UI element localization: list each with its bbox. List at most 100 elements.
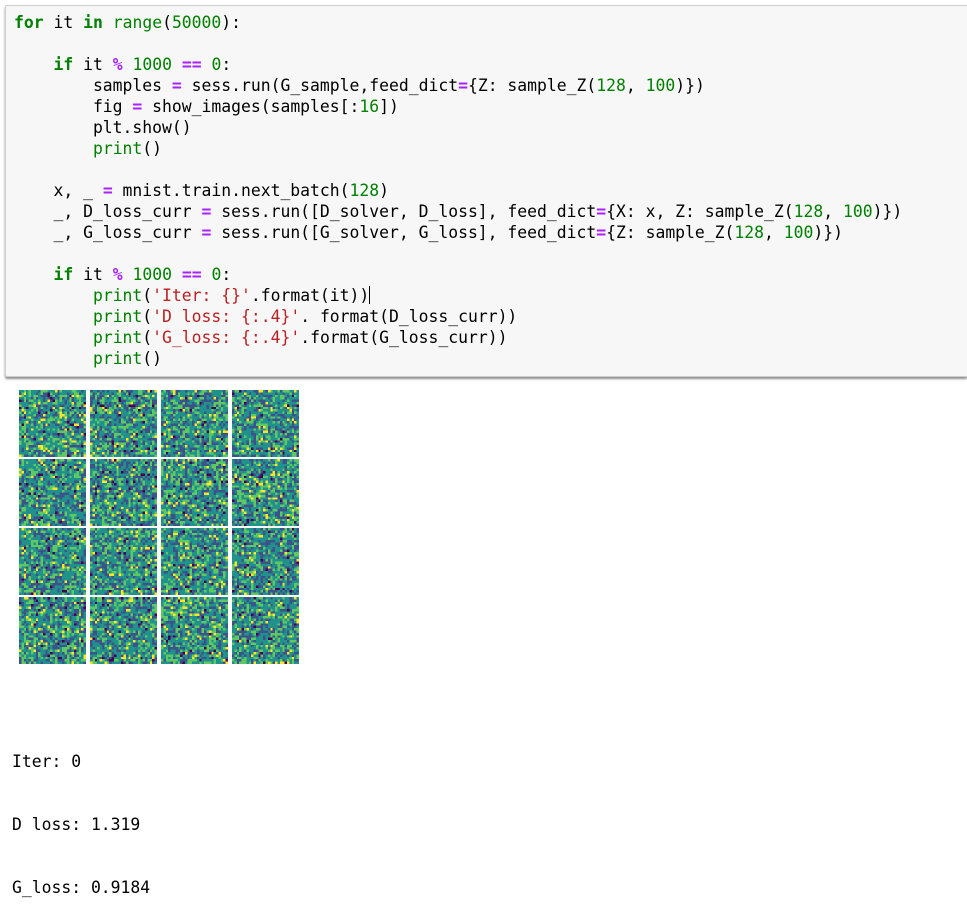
code-token: print (92, 139, 143, 158)
code-token: 1000 (132, 265, 172, 284)
sample-image-11 (161, 528, 228, 595)
code-token: = (458, 76, 468, 95)
code-token: 128 (793, 202, 824, 221)
sample-image-14 (90, 597, 157, 664)
code-token: ( (162, 13, 172, 32)
code-token: print (92, 307, 143, 326)
code-line: print('G_loss: {:.4}'.format(G_loss_curr… (14, 327, 902, 348)
code-token: 128 (349, 181, 380, 200)
code-token: print (92, 286, 143, 305)
sample-image-2 (90, 390, 157, 457)
output-line-d-loss: D loss: 1.319 (12, 815, 141, 834)
code-token: .format(it)) (250, 286, 370, 305)
code-line: if it % 1000 == 0: (14, 264, 902, 285)
code-token: , (764, 223, 784, 242)
code-token: it (73, 265, 113, 284)
code-token: plt.show() (14, 118, 192, 137)
code-line: _, D_loss_curr = sess.run([D_solver, D_l… (14, 201, 902, 222)
code-token: 0 (211, 265, 222, 284)
output-line-iter: Iter: 0 (12, 752, 82, 771)
code-token: == (181, 265, 202, 284)
code-token: = (596, 202, 607, 221)
code-token: : (221, 55, 232, 74)
code-line: samples = sess.run(G_sample,feed_dict={Z… (14, 75, 902, 96)
code-line: plt.show() (14, 117, 902, 138)
generated-samples-figure (19, 390, 301, 665)
code-token: mnist.train.next_batch( (112, 181, 350, 200)
code-token: ( (142, 286, 153, 305)
sample-image-4 (232, 390, 299, 457)
code-line: for it in range(50000): (14, 12, 902, 33)
text-cursor (369, 286, 371, 304)
code-token: print (92, 328, 143, 347)
code-token: fig (14, 97, 133, 116)
code-token: ): (221, 13, 242, 32)
sample-image-1 (19, 390, 86, 457)
sample-image-3 (161, 390, 228, 457)
code-token: ) (379, 181, 390, 200)
code-token: 'Iter: {}' (152, 286, 251, 305)
code-token: , (625, 76, 646, 95)
code-token: == (181, 55, 202, 74)
sample-image-9 (19, 528, 86, 595)
code-token: x, _ (14, 181, 103, 200)
code-editor[interactable]: for it in range(50000): if it % 1000 == … (14, 12, 902, 369)
code-token: )}) (675, 76, 705, 95)
code-token: .format(G_loss_curr)) (300, 328, 508, 347)
cell-output-text: Iter: 0 D loss: 1.319 G_loss: 0.9184 (12, 709, 150, 919)
code-token: it (43, 13, 84, 32)
code-line: fig = show_images(samples[:16]) (14, 96, 902, 117)
code-token: for (14, 13, 44, 32)
code-token: 'D loss: {:.4}' (152, 307, 301, 326)
code-line: print() (14, 138, 902, 159)
code-cell[interactable]: for it in range(50000): if it % 1000 == … (5, 5, 967, 377)
code-token: {Z: sample_Z( (606, 223, 735, 242)
code-token: = (132, 97, 143, 116)
code-token: 128 (734, 223, 765, 242)
code-token: = (102, 181, 113, 200)
sample-image-13 (19, 597, 86, 664)
code-token: () (142, 349, 163, 368)
code-token: : (221, 265, 232, 284)
code-token: () (142, 139, 163, 158)
sample-image-6 (90, 459, 157, 526)
code-token: if (53, 55, 74, 74)
code-token: _, D_loss_curr (14, 202, 202, 221)
sample-image-7 (161, 459, 228, 526)
code-token: 16 (359, 97, 380, 116)
code-token: 100 (842, 202, 873, 221)
code-token: % (112, 55, 123, 74)
code-token: show_images(samples[: (142, 97, 360, 116)
code-token: ( (142, 307, 153, 326)
code-token: = (201, 202, 212, 221)
code-token: 100 (783, 223, 814, 242)
code-token: sess.run([G_solver, G_loss], feed_dict (211, 223, 597, 242)
code-token: 'G_loss: {:.4}' (152, 328, 301, 347)
code-token: = (596, 223, 607, 242)
sample-image-8 (232, 459, 299, 526)
code-token: in (83, 13, 103, 32)
code-token: sess.run(G_sample,feed_dict (181, 76, 459, 95)
sample-image-10 (90, 528, 157, 595)
code-line: print('Iter: {}'.format(it)) (14, 285, 902, 306)
sample-image-16 (232, 597, 299, 664)
sample-image-5 (19, 459, 86, 526)
sample-image-12 (232, 528, 299, 595)
code-token: if (53, 265, 74, 284)
code-token: . format(D_loss_curr)) (300, 307, 518, 326)
code-token: samples (14, 76, 172, 95)
